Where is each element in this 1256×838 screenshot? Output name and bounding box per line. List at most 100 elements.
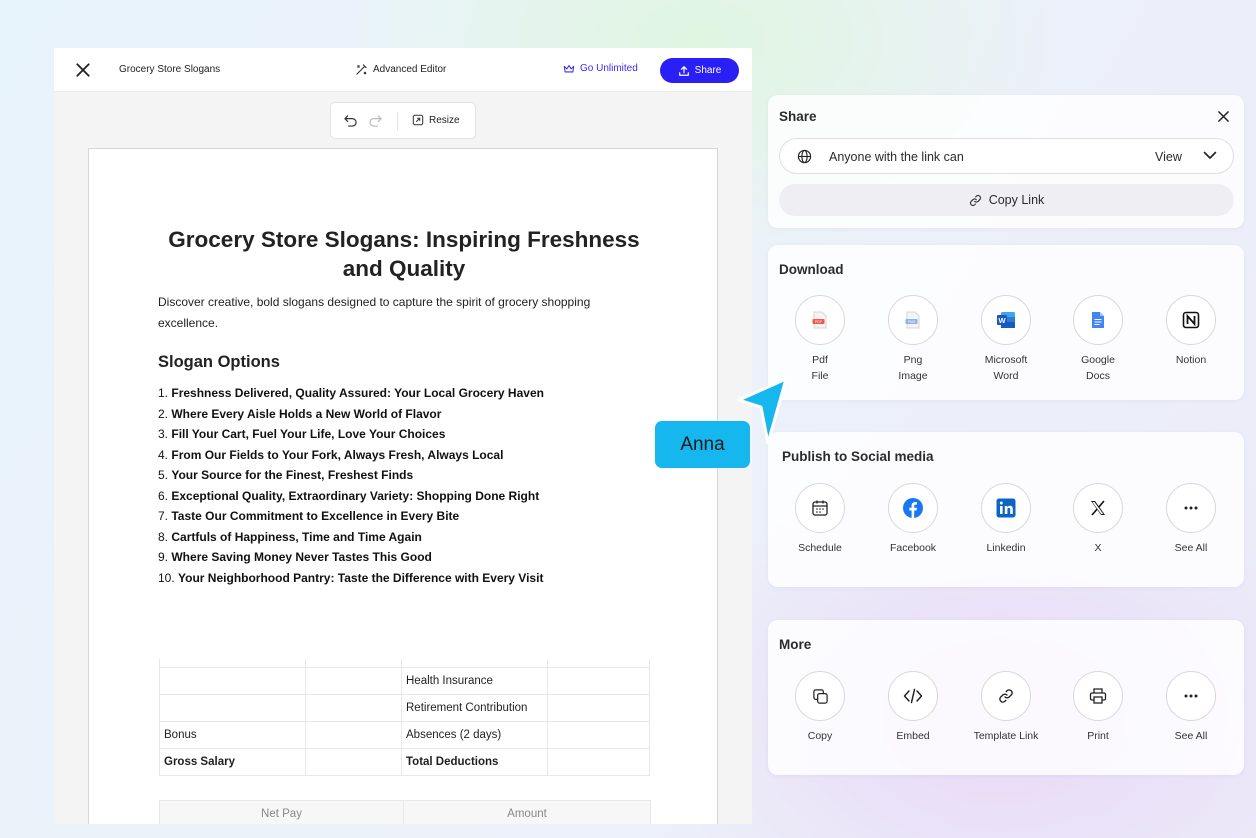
redo-icon[interactable] xyxy=(368,114,383,127)
download-word-button[interactable]: W Microsoft Word xyxy=(966,295,1046,384)
code-icon xyxy=(903,688,923,704)
magic-wand-icon xyxy=(356,64,367,75)
social-see-all-label: See All xyxy=(1174,542,1208,554)
download-png-button[interactable]: PNG Png Image xyxy=(873,295,953,384)
list-item: 5. Your Source for the Finest, Freshest … xyxy=(158,468,414,482)
schedule-button[interactable]: Schedule xyxy=(780,483,860,556)
linkedin-label: Linkedin xyxy=(986,542,1026,554)
collaborator-name-tag: Anna xyxy=(655,421,750,468)
link-permission-select[interactable]: Anyone with the link can View xyxy=(779,138,1234,174)
go-unlimited-button[interactable]: Go Unlimited xyxy=(563,63,638,74)
edit-toolbar: Resize xyxy=(330,102,476,139)
template-link-label: Template Link xyxy=(973,730,1039,742)
copy-link-label: Copy Link xyxy=(988,193,1045,207)
download-pdf-button[interactable]: PDF Pdf File xyxy=(780,295,860,384)
svg-text:PDF: PDF xyxy=(815,320,822,324)
svg-text:W: W xyxy=(998,316,1006,325)
calendar-icon xyxy=(812,500,828,516)
undo-icon[interactable] xyxy=(343,114,358,127)
advanced-editor-label: Advanced Editor xyxy=(373,64,447,75)
section-heading: Slogan Options xyxy=(158,353,280,371)
download-google-docs-button[interactable]: Google Docs xyxy=(1058,295,1138,384)
link-icon xyxy=(999,689,1013,703)
document-editor: Grocery Store Slogans Advanced Editor Go… xyxy=(54,48,752,824)
resize-icon xyxy=(412,114,424,126)
copy-label: Copy xyxy=(807,730,833,742)
list-item: 7. Taste Our Commitment to Excellence in… xyxy=(158,509,460,523)
microsoft-word-icon: W xyxy=(997,312,1015,328)
share-button[interactable]: Share xyxy=(660,58,739,83)
list-item: 10. Your Neighborhood Pantry: Taste the … xyxy=(158,570,544,585)
print-label: Print xyxy=(1087,730,1109,742)
table-row: Gross Salary Total Deductions xyxy=(159,747,650,776)
resize-label: Resize xyxy=(429,114,460,126)
more-panel: More Copy Embed Template Link Print See … xyxy=(768,620,1244,775)
crown-icon xyxy=(563,64,575,73)
net-pay-table: Net Pay Amount xyxy=(159,800,651,824)
copy-button[interactable]: Copy xyxy=(780,671,860,744)
close-icon[interactable] xyxy=(74,62,92,78)
download-pdf-label: Pdf File xyxy=(811,354,829,382)
download-notion-label: Notion xyxy=(1175,354,1207,366)
close-icon[interactable] xyxy=(1217,110,1230,123)
upload-icon xyxy=(678,65,689,76)
schedule-label: Schedule xyxy=(798,542,842,554)
copy-link-button[interactable]: Copy Link xyxy=(779,184,1234,216)
x-icon xyxy=(1091,500,1105,516)
list-item: 2. Where Every Aisle Holds a New World o… xyxy=(158,406,442,421)
share-button-label: Share xyxy=(694,65,722,76)
table-row: Retirement Contribution xyxy=(159,693,650,722)
print-button[interactable]: Print xyxy=(1058,671,1138,744)
facebook-button[interactable]: Facebook xyxy=(873,483,953,556)
permission-value: View xyxy=(1155,150,1182,164)
salary-table: Health Insurance Retirement Contribution… xyxy=(159,659,650,776)
notion-icon xyxy=(1182,311,1200,329)
list-item: 8. Cartfuls of Happiness, Time and Time … xyxy=(158,529,422,544)
printer-icon xyxy=(1089,688,1107,704)
social-title: Publish to Social media xyxy=(782,449,934,464)
download-panel: Download PDF Pdf File PNG Png Image W Micr… xyxy=(768,245,1244,400)
permission-text: Anyone with the link can xyxy=(829,150,964,164)
template-link-button[interactable]: Template Link xyxy=(966,671,1046,744)
list-item: 4. From Our Fields to Your Fork, Always … xyxy=(158,447,504,462)
chevron-down-icon xyxy=(1203,151,1217,159)
embed-label: Embed xyxy=(896,730,930,742)
more-icon xyxy=(1184,694,1198,698)
png-image-icon: PNG xyxy=(905,311,920,329)
document-heading: Grocery Store Slogans: Inspiring Freshne… xyxy=(168,227,640,281)
share-panel-title: Share xyxy=(779,109,817,124)
toolbar-divider xyxy=(397,112,398,130)
share-panel: Share Anyone with the link can View Copy… xyxy=(768,95,1244,228)
editor-topbar: Grocery Store Slogans Advanced Editor Go… xyxy=(54,48,752,92)
x-button[interactable]: X xyxy=(1058,483,1138,556)
facebook-icon xyxy=(903,498,923,518)
advanced-editor-button[interactable]: Advanced Editor xyxy=(355,63,446,76)
x-label: X xyxy=(1094,542,1102,554)
more-see-all-label: See All xyxy=(1174,730,1208,742)
more-see-all-button[interactable]: See All xyxy=(1151,671,1231,744)
embed-button[interactable]: Embed xyxy=(873,671,953,744)
go-unlimited-label: Go Unlimited xyxy=(580,63,638,74)
linkedin-icon xyxy=(996,498,1016,518)
more-icon xyxy=(1184,506,1198,510)
table-row xyxy=(159,659,650,668)
table-row: Bonus Absences (2 days) xyxy=(159,720,650,749)
svg-text:PNG: PNG xyxy=(908,320,916,324)
list-item: 3. Fill Your Cart, Fuel Your Life, Love … xyxy=(158,427,446,441)
table-row: Health Insurance xyxy=(159,666,650,695)
download-notion-button[interactable]: Notion xyxy=(1151,295,1231,368)
linkedin-button[interactable]: Linkedin xyxy=(966,483,1046,556)
list-item: 1. Freshness Delivered, Quality Assured:… xyxy=(158,386,544,400)
pdf-file-icon: PDF xyxy=(812,311,827,329)
download-google-docs-label: Google Docs xyxy=(1081,354,1115,382)
document-page: Grocery Store Slogans: Inspiring Freshne… xyxy=(88,148,718,824)
list-item: 6. Exceptional Quality, Extraordinary Va… xyxy=(158,488,540,503)
download-word-label: Microsoft Word xyxy=(984,354,1028,382)
download-png-label: Png Image xyxy=(898,354,928,382)
table-row: Net Pay Amount xyxy=(159,800,651,824)
social-see-all-button[interactable]: See All xyxy=(1151,483,1231,556)
globe-icon xyxy=(797,149,812,164)
facebook-label: Facebook xyxy=(889,542,937,554)
more-title: More xyxy=(779,637,812,652)
resize-button[interactable]: Resize xyxy=(412,114,460,126)
